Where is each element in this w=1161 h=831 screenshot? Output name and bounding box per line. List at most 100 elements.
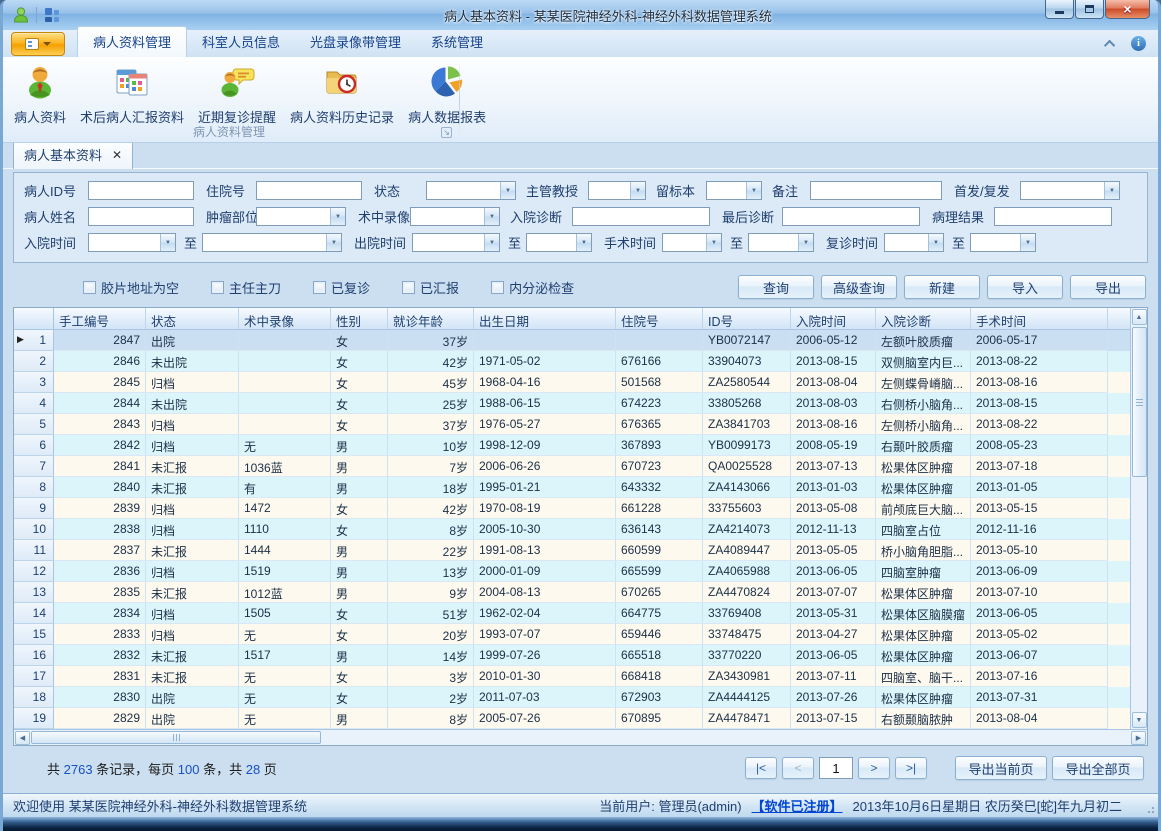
table-row[interactable]: ▶12847出院女37岁YB00721472006-05-12左额叶胶质瘤200… — [14, 330, 1130, 351]
postop-report-tool-button[interactable]: 术后病人汇报资料 — [73, 61, 191, 128]
column-header-5[interactable]: 就诊年龄 — [388, 308, 474, 329]
column-header-11[interactable]: 手术时间 — [971, 308, 1108, 329]
status-combo[interactable]: ▼ — [426, 181, 516, 200]
column-header-7[interactable]: 住院号 — [616, 308, 703, 329]
advanced-query-button[interactable]: 高级查询 — [821, 275, 897, 299]
intraop-video-combo[interactable]: ▼ — [410, 207, 500, 226]
ribbon-tab-4[interactable]: 系统管理 — [416, 27, 498, 57]
table-row[interactable]: 92839归档1472女42岁1970-08-19661228337556032… — [14, 498, 1130, 519]
table-row[interactable]: 102838归档1110女8岁2005-10-30636143ZA4214073… — [14, 519, 1130, 540]
table-row[interactable]: 162832未汇报1517男14岁1999-07-266655183377022… — [14, 645, 1130, 666]
app-menu-button[interactable] — [11, 32, 65, 56]
horizontal-scrollbar[interactable]: ◀ ▶ — [14, 729, 1147, 745]
maximize-button[interactable] — [1075, 0, 1104, 19]
history-folder-tool-button[interactable]: 病人资料历史记录 — [283, 61, 401, 128]
admission-date-from-combo[interactable]: ▼ — [88, 233, 176, 252]
scroll-left-icon[interactable]: ◀ — [15, 731, 30, 745]
registered-link[interactable]: 【软件已注册】 — [752, 796, 843, 815]
ribbon-tab-3[interactable]: 光盘录像带管理 — [295, 27, 416, 57]
tab-patient-basic-info[interactable]: 病人基本资料 ✕ — [13, 143, 133, 169]
first-page-button[interactable]: |< — [745, 757, 777, 779]
table-row[interactable]: 22846未出院女42岁1971-05-02676166339040732013… — [14, 351, 1130, 372]
last-page-button[interactable]: >| — [895, 757, 927, 779]
patient-id-input[interactable] — [88, 181, 194, 200]
table-row[interactable]: 82840未汇报有男18岁1995-01-21643332ZA414306620… — [14, 477, 1130, 498]
ribbon-tab-2[interactable]: 科室人员信息 — [187, 27, 295, 57]
table-row[interactable]: 42844未出院女25岁1988-06-15674223338052682013… — [14, 393, 1130, 414]
close-button[interactable]: × — [1105, 0, 1150, 19]
ribbon-tab-1[interactable]: 病人资料管理 — [77, 26, 187, 58]
revisit-date-to-combo[interactable]: ▼ — [970, 233, 1036, 252]
app-layout-icon[interactable] — [43, 6, 61, 24]
import-button[interactable]: 导入 — [987, 275, 1063, 299]
tumor-site-combo[interactable]: ▼ — [256, 207, 346, 226]
resize-grip-icon[interactable] — [1144, 803, 1154, 813]
ribbon-collapse-icon[interactable] — [1104, 39, 1115, 50]
table-row[interactable]: 112837未汇报1444男22岁1991-08-13660599ZA40894… — [14, 540, 1130, 561]
table-row[interactable]: 182830出院无女2岁2011-07-03672903ZA4444125201… — [14, 687, 1130, 708]
table-row[interactable]: 132835未汇报1012蓝男9岁2004-08-13670265ZA44708… — [14, 582, 1130, 603]
dialog-launcher-icon[interactable]: ↘ — [441, 127, 452, 138]
minimize-button[interactable] — [1045, 0, 1074, 19]
table-cell: 2838 — [54, 519, 146, 540]
tab-close-icon[interactable]: ✕ — [112, 150, 122, 160]
first-or-recurrence-combo[interactable]: ▼ — [1020, 181, 1120, 200]
column-header-6[interactable]: 出生日期 — [474, 308, 616, 329]
vertical-scroll-thumb[interactable] — [1132, 327, 1147, 477]
table-row[interactable]: 122836归档1519男13岁2000-01-09665599ZA406598… — [14, 561, 1130, 582]
final-diagnosis-input[interactable] — [782, 207, 920, 226]
vertical-scrollbar[interactable]: ▲ ▼ — [1130, 308, 1147, 729]
column-header-4[interactable]: 性别 — [331, 308, 388, 329]
column-header-1[interactable]: 手工编号 — [54, 308, 146, 329]
table-row[interactable]: 152833归档无女20岁1993-07-0765944633748475201… — [14, 624, 1130, 645]
revisit-reminder-tool-button[interactable]: 近期复诊提醒 — [191, 61, 283, 128]
table-row[interactable]: 62842归档无男10岁1998-12-09367893YB0099173200… — [14, 435, 1130, 456]
previous-page-button[interactable]: < — [782, 757, 814, 779]
table-cell: 2005-10-30 — [474, 519, 616, 540]
pie-report-tool-button[interactable]: 病人数据报表 — [401, 61, 493, 128]
surgery-date-from-combo[interactable]: ▼ — [662, 233, 722, 252]
discharge-date-to-combo[interactable]: ▼ — [526, 233, 592, 252]
surgery-date-to-combo[interactable]: ▼ — [748, 233, 814, 252]
table-row[interactable]: 172831未汇报无女3岁2010-01-30668418ZA343098120… — [14, 666, 1130, 687]
export-button[interactable]: 导出 — [1070, 275, 1146, 299]
checkbox-1[interactable]: 胶片地址为空 — [83, 278, 179, 297]
column-header-2[interactable]: 状态 — [146, 308, 239, 329]
checkbox-4[interactable]: 已汇报 — [402, 278, 459, 297]
page-number-input[interactable] — [819, 757, 853, 779]
table-cell: 2832 — [54, 645, 146, 666]
checkbox-2[interactable]: 主任主刀 — [211, 278, 281, 297]
info-icon[interactable]: i — [1131, 36, 1146, 51]
discharge-date-from-combo[interactable]: ▼ — [412, 233, 500, 252]
checkbox-5[interactable]: 内分泌检查 — [491, 278, 574, 297]
horizontal-scroll-thumb[interactable] — [31, 731, 321, 744]
column-header-9[interactable]: 入院时间 — [791, 308, 876, 329]
patient-tool-button[interactable]: 病人资料 — [7, 61, 73, 128]
admission-diagnosis-input[interactable] — [572, 207, 710, 226]
column-header-10[interactable]: 入院诊断 — [876, 308, 971, 329]
scroll-right-icon[interactable]: ▶ — [1131, 731, 1146, 745]
scroll-up-icon[interactable]: ▲ — [1132, 309, 1147, 325]
chief-professor-combo[interactable]: ▼ — [588, 181, 646, 200]
next-page-button[interactable]: > — [858, 757, 890, 779]
admission-no-input[interactable] — [256, 181, 362, 200]
query-button[interactable]: 查询 — [738, 275, 814, 299]
table-row[interactable]: 72841未汇报1036蓝男7岁2006-06-26670723QA002552… — [14, 456, 1130, 477]
remarks-input[interactable] — [810, 181, 942, 200]
revisit-date-from-combo[interactable]: ▼ — [884, 233, 944, 252]
export-current-page-button[interactable]: 导出当前页 — [955, 756, 1047, 780]
scroll-down-icon[interactable]: ▼ — [1132, 712, 1147, 728]
column-header-3[interactable]: 术中录像 — [239, 308, 331, 329]
new-button[interactable]: 新建 — [904, 275, 980, 299]
table-row[interactable]: 192829出院无男8岁2005-07-26670895ZA4478471201… — [14, 708, 1130, 729]
admission-date-to-combo[interactable]: ▼ — [202, 233, 342, 252]
patient-name-input[interactable] — [88, 207, 194, 226]
column-header-8[interactable]: ID号 — [703, 308, 791, 329]
table-row[interactable]: 32845归档女45岁1968-04-16501568ZA25805442013… — [14, 372, 1130, 393]
table-row[interactable]: 142834归档1505女51岁1962-02-0466477533769408… — [14, 603, 1130, 624]
checkbox-3[interactable]: 已复诊 — [313, 278, 370, 297]
specimen-kept-combo[interactable]: ▼ — [706, 181, 762, 200]
export-all-pages-button[interactable]: 导出全部页 — [1052, 756, 1144, 780]
pathology-result-input[interactable] — [994, 207, 1112, 226]
table-row[interactable]: 52843归档女37岁1976-05-27676365ZA38417032013… — [14, 414, 1130, 435]
